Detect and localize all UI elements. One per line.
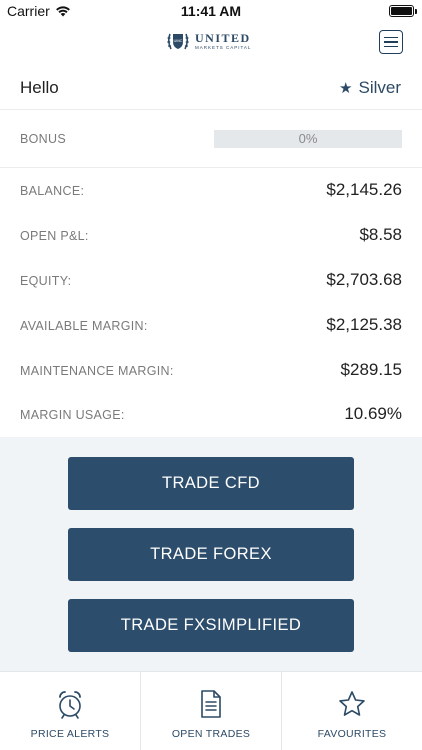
bonus-progress-bar: 0% [214,130,402,148]
logo-subtitle: MARKETS CAPITAL [195,44,252,50]
open-pnl-value: $8.58 [359,225,402,244]
logo-title: UNITED [195,30,251,45]
battery-icon [389,5,417,17]
app-header: UMC UNITED MARKETS CAPITAL [0,24,422,64]
open-pnl-row: OPEN P&L: $8.58 [0,213,422,258]
tier-label: Silver [358,78,401,97]
margin-usage-value: 10.69% [344,404,402,423]
status-time: 11:41 AM [180,3,242,19]
equity-row: EQUITY: $2,703.68 [0,258,422,303]
tab-price-alerts[interactable]: PRICE ALERTS [0,672,140,750]
bonus-percent: 0% [298,131,318,146]
bonus-row: BONUS 0% [0,110,422,168]
available-margin-value: $2,125.38 [326,315,402,334]
svg-text:UMC: UMC [173,38,182,43]
bottom-tab-bar: PRICE ALERTS OPEN TRADES FAVOURITES [0,671,422,750]
laurel-crest-icon: UMC [167,33,189,50]
status-bar: Carrier 11:41 AM [0,0,422,22]
account-tier: ★ Silver [339,78,401,98]
greeting-text: Hello [20,78,59,97]
maintenance-margin-value: $289.15 [340,360,402,379]
star-icon: ★ [339,80,353,97]
trade-cfd-button[interactable]: TRADE CFD [68,457,354,510]
tab-open-trades-label: OPEN TRADES [171,728,251,740]
star-outline-icon [339,691,365,716]
margin-usage-label: MARGIN USAGE: [20,408,125,422]
bonus-label: BONUS [20,132,66,146]
tab-favourites[interactable]: FAVOURITES [281,672,422,750]
balance-label: BALANCE: [20,184,85,198]
tab-open-trades[interactable]: OPEN TRADES [140,672,281,750]
available-margin-label: AVAILABLE MARGIN: [20,319,148,333]
tab-favourites-label: FAVOURITES [317,728,387,740]
trade-fxsimplified-button[interactable]: TRADE FXSIMPLIFIED [68,599,354,652]
available-margin-row: AVAILABLE MARGIN: $2,125.38 [0,303,422,348]
tab-price-alerts-label: PRICE ALERTS [30,728,110,740]
maintenance-margin-label: MAINTENANCE MARGIN: [20,364,174,378]
equity-label: EQUITY: [20,274,72,288]
trade-actions: TRADE CFD TRADE FOREX TRADE FXSIMPLIFIED [0,437,422,671]
greeting-row: Hello ★ Silver [0,66,422,110]
document-icon [201,690,221,718]
maintenance-margin-row: MAINTENANCE MARGIN: $289.15 [0,348,422,393]
equity-value: $2,703.68 [326,270,402,289]
alarm-clock-icon [59,691,81,719]
balance-row: BALANCE: $2,145.26 [0,168,422,213]
brand-logo: UMC UNITED MARKETS CAPITAL [165,28,251,54]
hamburger-menu-icon [384,36,398,39]
balance-value: $2,145.26 [326,180,402,199]
open-pnl-label: OPEN P&L: [20,229,89,243]
hamburger-menu-button[interactable] [379,30,403,54]
trade-forex-button[interactable]: TRADE FOREX [68,528,354,581]
margin-usage-row: MARGIN USAGE: 10.69% [0,392,422,437]
